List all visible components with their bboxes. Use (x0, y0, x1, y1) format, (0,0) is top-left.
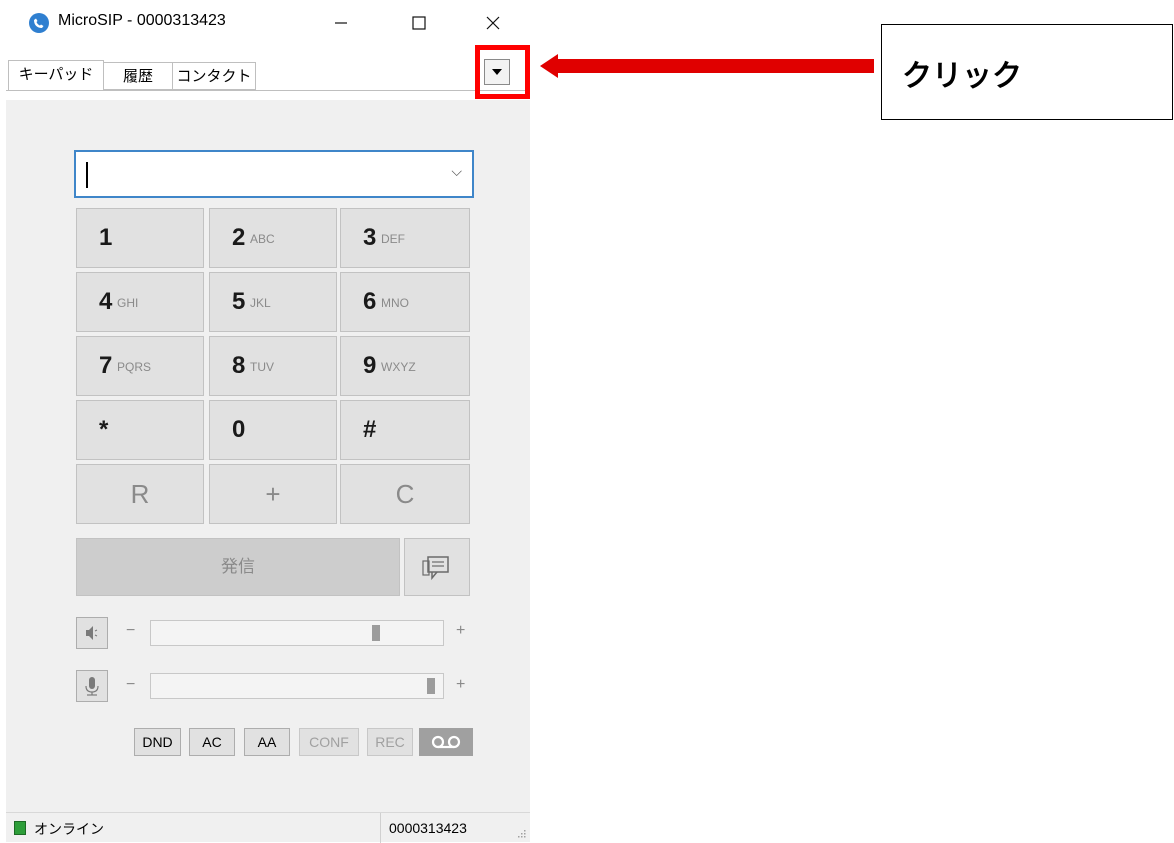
keypad-key[interactable]: 4 GHI (76, 272, 204, 332)
close-button[interactable] (460, 0, 526, 46)
minimize-button[interactable] (308, 0, 374, 46)
auto-answer-button[interactable]: AA (244, 728, 290, 756)
message-icon (422, 556, 449, 581)
keypad-key-digit: 2 (232, 224, 246, 251)
clear-key[interactable]: C (340, 464, 470, 524)
call-button[interactable]: 発信 (76, 538, 400, 596)
chevron-down-icon[interactable]: ⌵ (451, 164, 462, 180)
speaker-icon (86, 626, 98, 640)
conference-button[interactable]: CONF (299, 728, 359, 756)
message-button[interactable] (404, 538, 470, 596)
keypad-key[interactable]: 0 (209, 400, 337, 460)
microsip-window: MicroSIP - 0000313423 キーパッド 履歴 コンタクト ⌵ 1… (6, 0, 530, 843)
keypad-key-digit: 4 (99, 288, 113, 315)
record-button[interactable]: REC (367, 728, 413, 756)
keypad-key-digit: 1 (99, 224, 113, 251)
tab-keypad[interactable]: キーパッド (8, 60, 104, 90)
maximize-icon (412, 16, 426, 30)
keypad-key-digit: 8 (232, 352, 246, 379)
maximize-button[interactable] (386, 0, 452, 46)
annotation-callout: クリック (881, 24, 1173, 120)
keypad-key-digit: 9 (363, 352, 377, 379)
speaker-volume-minus: − (126, 622, 136, 639)
speaker-volume-thumb[interactable] (371, 625, 380, 641)
redial-key-label: R (130, 479, 150, 509)
keypad-key-letters: TUV (250, 360, 274, 374)
tab-strip: キーパッド 履歴 コンタクト (6, 46, 530, 100)
speaker-volume-slider[interactable] (150, 620, 444, 646)
keypad-key-digit: # (363, 416, 377, 443)
keypad-key[interactable]: 2 ABC (209, 208, 337, 268)
keypad-key[interactable]: 8 TUV (209, 336, 337, 396)
redial-key[interactable]: R (76, 464, 204, 524)
online-status-icon (14, 821, 26, 835)
account-number: 0000313423 (380, 813, 506, 843)
number-input[interactable]: ⌵ (74, 150, 474, 198)
microphone-volume-thumb[interactable] (427, 678, 436, 694)
text-caret (86, 162, 88, 188)
auto-conference-button[interactable]: AC (189, 728, 235, 756)
keypad-key[interactable]: 5 JKL (209, 272, 337, 332)
minimize-icon (335, 22, 347, 24)
annotation-highlight-box (475, 45, 530, 99)
keypad-key[interactable]: 1 (76, 208, 204, 268)
speaker-mute-button[interactable] (76, 617, 108, 649)
close-icon (486, 16, 500, 30)
keypad-key[interactable]: 3 DEF (340, 208, 470, 268)
phone-app-icon (29, 13, 49, 33)
plus-key[interactable]: + (209, 464, 337, 524)
tab-contacts[interactable]: コンタクト (172, 62, 256, 90)
tab-divider (6, 90, 530, 91)
plus-key-label: + (265, 479, 281, 509)
keypad-key-letters: WXYZ (381, 360, 416, 374)
microphone-icon (85, 677, 99, 696)
keypad-key-digit: 0 (232, 416, 246, 443)
tab-history[interactable]: 履歴 (103, 62, 173, 90)
dnd-button[interactable]: DND (134, 728, 181, 756)
keypad-key-digit: * (99, 416, 109, 443)
annotation-arrow-shaft (556, 59, 874, 73)
title-bar: MicroSIP - 0000313423 (6, 0, 530, 46)
keypad-key[interactable]: 6 MNO (340, 272, 470, 332)
keypad-key[interactable]: 7 PQRS (76, 336, 204, 396)
keypad-key-letters: DEF (381, 232, 405, 246)
status-text: オンライン (34, 822, 104, 838)
keypad-key-letters: PQRS (117, 360, 152, 374)
clear-key-label: C (395, 479, 415, 509)
keypad-key[interactable]: # (340, 400, 470, 460)
keypad-key-letters: ABC (250, 232, 275, 246)
voicemail-button[interactable] (419, 728, 473, 756)
keypad-key[interactable]: * (76, 400, 204, 460)
voicemail-icon (431, 735, 461, 749)
keypad-key-digit: 3 (363, 224, 377, 251)
speaker-volume-plus: + (456, 622, 466, 639)
keypad-key[interactable]: 9 WXYZ (340, 336, 470, 396)
window-title: MicroSIP - 0000313423 (58, 12, 226, 29)
microphone-volume-plus: + (456, 676, 466, 693)
keypad-key-letters: GHI (117, 296, 139, 310)
resize-grip-icon[interactable] (516, 828, 526, 838)
microphone-volume-slider[interactable] (150, 673, 444, 699)
status-bar: オンライン 0000313423 (6, 812, 530, 843)
callout-text: クリック (902, 59, 1022, 94)
keypad-key-letters: MNO (381, 296, 409, 310)
keypad-key-digit: 5 (232, 288, 246, 315)
keypad-key-letters: JKL (250, 296, 271, 310)
keypad-key-digit: 6 (363, 288, 377, 315)
microphone-volume-minus: − (126, 676, 136, 693)
keypad-key-digit: 7 (99, 352, 113, 379)
microphone-mute-button[interactable] (76, 670, 108, 702)
